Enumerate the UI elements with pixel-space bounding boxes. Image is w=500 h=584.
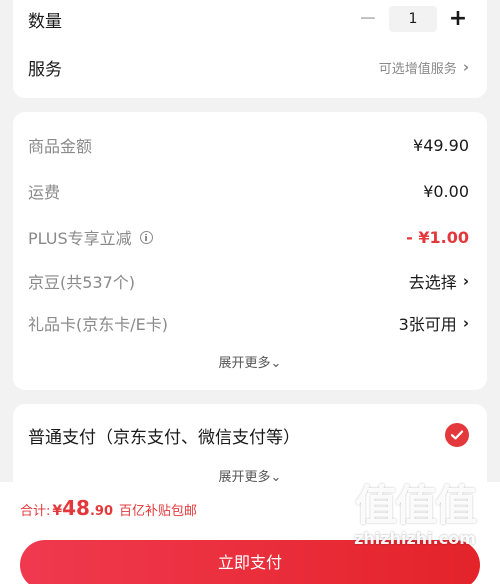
watermark-url: zhizhizhi.com: [354, 529, 476, 548]
shipping-row: 运费 ¥0.00: [28, 176, 469, 206]
quantity-minus-button[interactable]: −: [357, 8, 379, 30]
payment-option-row[interactable]: 普通支付（京东支付、微信支付等）: [28, 420, 469, 450]
total-currency: ¥: [52, 503, 63, 519]
price-expand-more[interactable]: 展开更多⌄: [13, 352, 487, 371]
watermark: 值值值 zhizhizhi.com: [340, 472, 490, 548]
goods-amount-row: 商品金额 ¥49.90: [28, 130, 469, 160]
price-details-card: 商品金额 ¥49.90 运费 ¥0.00 PLUS专享立减 - ¥1.00 京豆…: [13, 112, 487, 390]
plus-discount-label: PLUS专享立减: [28, 229, 132, 248]
plus-discount-row: PLUS专享立减 - ¥1.00: [28, 222, 469, 252]
jingdou-label: 京豆(共537个): [28, 273, 136, 292]
goods-amount-value: ¥49.90: [413, 135, 469, 155]
quantity-plus-button[interactable]: +: [447, 8, 469, 30]
giftcard-row[interactable]: 礼品卡(京东卡/E卡) 3张可用 ›: [28, 308, 469, 338]
quantity-service-card: 数量 − 1 + 服务 可选增值服务 ›: [13, 0, 487, 98]
service-label: 服务: [28, 59, 62, 80]
watermark-logo: 值值值: [354, 481, 477, 530]
quantity-label: 数量: [28, 11, 62, 32]
info-icon[interactable]: [139, 230, 153, 244]
service-hint: 可选增值服务: [378, 61, 457, 77]
total-label: 合计:: [20, 504, 51, 519]
chevron-right-icon: ›: [462, 272, 469, 290]
quantity-value[interactable]: 1: [389, 6, 437, 32]
subsidy-note: 百亿补贴包邮: [119, 504, 198, 519]
order-total: 合计: ¥ 48 .90 百亿补贴包邮: [20, 496, 197, 520]
total-amount-decimal: .90: [89, 504, 114, 519]
shipping-value: ¥0.00: [423, 181, 469, 201]
giftcard-available[interactable]: 3张可用: [399, 311, 457, 335]
payment-option-label: 普通支付（京东支付、微信支付等）: [28, 427, 300, 448]
service-row[interactable]: 服务 可选增值服务 ›: [28, 52, 469, 82]
plus-discount-value: - ¥1.00: [406, 227, 469, 247]
chevron-right-icon: ›: [462, 314, 469, 332]
shipping-label: 运费: [28, 183, 61, 202]
giftcard-label: 礼品卡(京东卡/E卡): [28, 315, 168, 334]
quantity-row: 数量 − 1 +: [28, 4, 469, 34]
goods-amount-label: 商品金额: [28, 137, 93, 156]
check-icon[interactable]: [445, 423, 469, 447]
jingdou-select-link[interactable]: 去选择: [409, 269, 457, 293]
total-amount-integer: 48: [62, 496, 90, 520]
chevron-right-icon: ›: [462, 58, 469, 76]
jingdou-row[interactable]: 京豆(共537个) 去选择 ›: [28, 266, 469, 296]
quantity-stepper: − 1 +: [357, 6, 469, 32]
